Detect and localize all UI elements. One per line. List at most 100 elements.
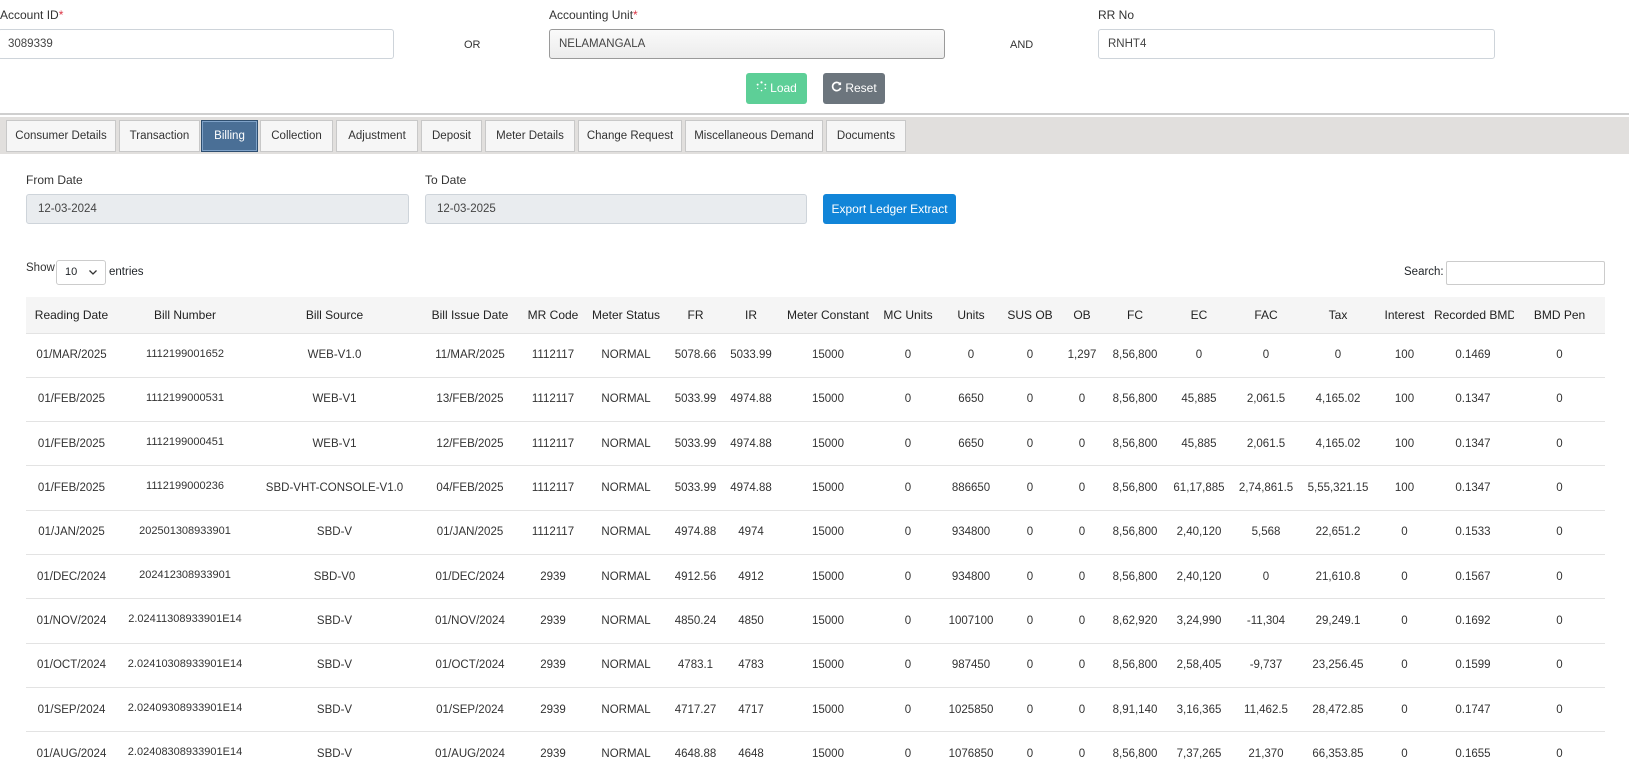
cell-fr: 4717.27 [670,686,721,732]
column-header-bill-source[interactable]: Bill Source [253,297,416,333]
column-header-tax[interactable]: Tax [1299,297,1377,333]
cell-meter-constant: 15000 [781,421,875,466]
cell-tax: 23,256.45 [1299,642,1377,688]
cell-recorded-bmd: 0.1567 [1432,553,1514,599]
cell-bill-number: 1112199000531 [117,376,253,422]
cell-fac: 2,74,861.5 [1233,465,1299,511]
table-header-row: Reading Date Bill Number Bill Source Bill I… [26,297,1605,333]
cell-ob: 0 [1059,465,1105,511]
cell-interest: 100 [1377,465,1432,511]
cell-fac: 11,462.5 [1233,686,1299,732]
cell-bmd-pen: 0 [1514,686,1605,732]
load-button[interactable]: Load [746,73,807,104]
cell-bill-source: SBD-V [253,731,416,770]
cell-fr: 4783.1 [670,642,721,688]
column-header-fr[interactable]: FR [670,297,721,333]
column-header-reading-date[interactable]: Reading Date [26,297,117,333]
column-header-meter-status[interactable]: Meter Status [582,297,670,333]
cell-mr-code: 2939 [524,598,582,644]
column-header-bill-issue-date[interactable]: Bill Issue Date [416,297,524,333]
tab-meter-details[interactable]: Meter Details [485,120,575,152]
cell-bill-number: 1112199000451 [117,421,253,466]
cell-tax: 29,249.1 [1299,598,1377,644]
column-header-sus-ob[interactable]: SUS OB [1001,297,1059,333]
cell-bmd-pen: 0 [1514,509,1605,555]
cell-bill-number: 1112199001652 [117,332,253,378]
column-header-fc[interactable]: FC [1105,297,1165,333]
tab-miscellaneous-demand[interactable]: Miscellaneous Demand [685,120,823,152]
column-header-interest[interactable]: Interest [1377,297,1432,333]
cell-fc: 8,56,800 [1105,509,1165,555]
cell-bill-number: 202501308933901 [117,509,253,555]
column-header-bill-number[interactable]: Bill Number [117,297,253,333]
column-header-fac[interactable]: FAC [1233,297,1299,333]
column-header-meter-constant[interactable]: Meter Constant [781,297,875,333]
cell-ir: 4912 [721,553,781,599]
column-header-ec[interactable]: EC [1165,297,1233,333]
cell-ir: 4648 [721,731,781,770]
page-length-select[interactable]: 10 [56,260,106,285]
cell-recorded-bmd: 0.1347 [1432,421,1514,466]
column-header-units[interactable]: Units [941,297,1001,333]
cell-meter-status: NORMAL [582,553,670,599]
accounting-unit-select[interactable]: NELAMANGALA [549,29,945,59]
column-header-bmd-pen[interactable]: BMD Pen [1514,297,1605,333]
column-header-ir[interactable]: IR [721,297,781,333]
cell-fac: -11,304 [1233,598,1299,644]
cell-meter-status: NORMAL [582,509,670,555]
column-header-ob[interactable]: OB [1059,297,1105,333]
cell-reading-date: 01/DEC/2024 [26,553,117,599]
rr-no-input[interactable]: RNHT4 [1098,29,1495,59]
cell-sus-ob: 0 [1001,376,1059,422]
cell-bill-source: SBD-V0 [253,553,416,599]
reset-button[interactable]: Reset [823,73,885,104]
cell-mr-code: 1112117 [524,421,582,466]
cell-mc-units: 0 [875,465,941,511]
cell-interest: 100 [1377,376,1432,422]
table-row: 01/SEP/2024 2.02409308933901E14 SBD-V 01/SE… [26,686,1605,732]
tab-billing[interactable]: Billing [201,120,258,152]
export-ledger-extract-button[interactable]: Export Ledger Extract [823,194,956,224]
from-date-input[interactable]: 12-03-2024 [26,194,409,224]
account-id-input[interactable]: 3089339 [0,29,394,59]
cell-reading-date: 01/AUG/2024 [26,731,117,770]
column-header-recorded-bmd[interactable]: Recorded BMD [1432,297,1514,333]
tab-deposit[interactable]: Deposit [421,120,482,152]
column-header-mr-code[interactable]: MR Code [524,297,582,333]
tab-consumer-details[interactable]: Consumer Details [6,120,116,152]
cell-mc-units: 0 [875,598,941,644]
cell-mc-units: 0 [875,332,941,378]
cell-ob: 0 [1059,553,1105,599]
column-header-mc-units[interactable]: MC Units [875,297,941,333]
reset-button-label: Reset [845,81,877,95]
search-input[interactable] [1446,261,1605,285]
cell-bill-issue-date: 13/FEB/2025 [416,376,524,422]
cell-recorded-bmd: 0.1347 [1432,465,1514,511]
tab-documents[interactable]: Documents [826,120,906,152]
entries-label: entries [109,266,144,278]
cell-bill-number: 2.02408308933901E14 [117,731,253,770]
cell-ec: 7,37,265 [1165,731,1233,770]
cell-mr-code: 1112117 [524,465,582,511]
cell-reading-date: 01/NOV/2024 [26,598,117,644]
cell-sus-ob: 0 [1001,553,1059,599]
cell-bill-issue-date: 01/OCT/2024 [416,642,524,688]
cell-tax: 5,55,321.15 [1299,465,1377,511]
cell-sus-ob: 0 [1001,731,1059,770]
cell-fc: 8,56,800 [1105,731,1165,770]
to-date-input[interactable]: 12-03-2025 [425,194,807,224]
cell-bmd-pen: 0 [1514,553,1605,599]
cell-bill-source: WEB-V1 [253,376,416,422]
cell-sus-ob: 0 [1001,598,1059,644]
cell-fc: 8,56,800 [1105,553,1165,599]
tab-transaction[interactable]: Transaction [119,120,200,152]
cell-bill-issue-date: 01/DEC/2024 [416,553,524,599]
show-label: Show [26,262,55,274]
tab-change-request[interactable]: Change Request [578,120,682,152]
cell-reading-date: 01/SEP/2024 [26,686,117,732]
cell-bill-issue-date: 11/MAR/2025 [416,332,524,378]
cell-recorded-bmd: 0.1469 [1432,332,1514,378]
tab-collection[interactable]: Collection [260,120,333,152]
tab-adjustment[interactable]: Adjustment [336,120,418,152]
cell-ec: 2,58,405 [1165,642,1233,688]
